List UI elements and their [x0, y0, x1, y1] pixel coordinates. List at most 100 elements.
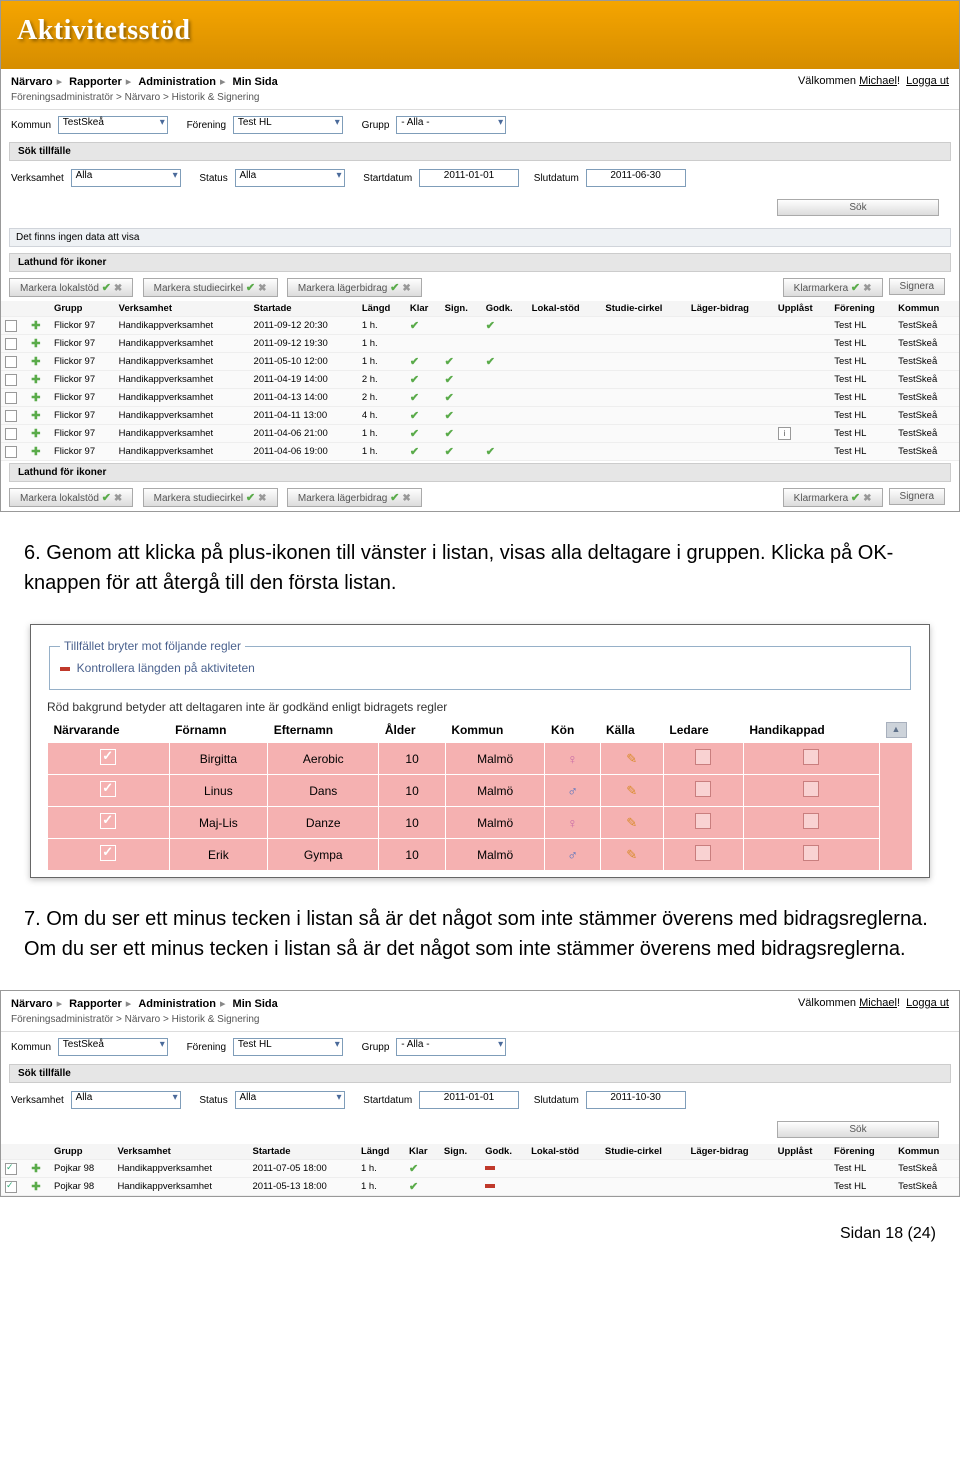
handicap-checkbox[interactable]: [803, 845, 819, 861]
table-row[interactable]: ✚Flickor 97Handikappverksamhet2011-04-06…: [1, 425, 959, 443]
nav-narvaro[interactable]: Närvaro: [11, 76, 53, 88]
nav-rapporter[interactable]: Rapporter: [69, 76, 122, 88]
forening-select[interactable]: Test HL: [233, 116, 343, 134]
nav-rapporter-3[interactable]: Rapporter: [69, 998, 122, 1010]
plus-icon[interactable]: ✚: [31, 392, 40, 404]
sok-button[interactable]: Sök: [777, 199, 939, 216]
checkbox-icon[interactable]: [5, 1163, 17, 1175]
toolbar-2: Markera lokalstöd ✔✖ Markera studiecirke…: [1, 484, 959, 511]
welcome-user[interactable]: Michael: [859, 75, 897, 87]
nav-narvaro-3[interactable]: Närvaro: [11, 998, 53, 1010]
table-row[interactable]: ✚Flickor 97Handikappverksamhet2011-09-12…: [1, 335, 959, 353]
grupp-select[interactable]: - Alla -: [396, 116, 506, 134]
pencil-icon[interactable]: ✎: [626, 815, 637, 830]
slutdatum-input[interactable]: 2011-06-30: [586, 169, 686, 187]
btn-markera-studiecirkel[interactable]: Markera studiecirkel ✔✖: [143, 278, 278, 297]
attendance-checkbox[interactable]: [100, 749, 116, 765]
logout-link[interactable]: Logga ut: [906, 75, 949, 87]
table-row[interactable]: ✚Flickor 97Handikappverksamhet2011-09-12…: [1, 317, 959, 335]
checkbox-icon[interactable]: [5, 320, 17, 332]
verksamhet-select[interactable]: Alla: [71, 169, 181, 187]
btn-markera-studiecirkel-2[interactable]: Markera studiecirkel ✔✖: [143, 488, 278, 507]
checkbox-icon[interactable]: [5, 356, 17, 368]
welcome-block: Välkommen Michael! Logga ut: [798, 75, 949, 87]
checkbox-icon[interactable]: [5, 338, 17, 350]
table-row[interactable]: ✚Flickor 97Handikappverksamhet2011-05-10…: [1, 353, 959, 371]
table-row[interactable]: ✚Flickor 97Handikappverksamhet2011-04-06…: [1, 443, 959, 461]
status-select-3[interactable]: Alla: [235, 1091, 345, 1109]
welcome-user-3[interactable]: Michael: [859, 997, 897, 1009]
nav-administration-3[interactable]: Administration: [138, 998, 216, 1010]
info-icon[interactable]: i: [778, 427, 791, 440]
plus-icon[interactable]: ✚: [31, 428, 40, 440]
scroll-track[interactable]: [880, 743, 913, 871]
leader-checkbox[interactable]: [695, 781, 711, 797]
checkbox-icon[interactable]: [5, 410, 17, 422]
kommun-select-3[interactable]: TestSkeå: [58, 1038, 168, 1056]
table-row[interactable]: ✚Pojkar 98Handikappverksamhet2011-05-13 …: [1, 1178, 959, 1196]
table-row[interactable]: ✚Pojkar 98Handikappverksamhet2011-07-05 …: [1, 1160, 959, 1178]
btn-signera-2[interactable]: Signera: [889, 488, 945, 505]
nav-row: Välkommen Michael! Logga ut Närvaro▸ Rap…: [1, 69, 959, 90]
pencil-icon[interactable]: ✎: [626, 847, 637, 862]
logout-link-3[interactable]: Logga ut: [906, 997, 949, 1009]
scroll-up-icon[interactable]: ▲: [886, 722, 907, 738]
plus-icon[interactable]: ✚: [31, 356, 40, 368]
grupp-select-3[interactable]: - Alla -: [396, 1038, 506, 1056]
plus-icon[interactable]: ✚: [31, 338, 40, 350]
btn-signera[interactable]: Signera: [889, 278, 945, 295]
btn-markera-lokalstod-2[interactable]: Markera lokalstöd ✔✖: [9, 488, 133, 507]
nav-minsida[interactable]: Min Sida: [233, 76, 278, 88]
status-select[interactable]: Alla: [235, 169, 345, 187]
startdatum-input-3[interactable]: 2011-01-01: [419, 1091, 519, 1109]
btn-klarmarkera[interactable]: Klarmarkera ✔✖: [783, 278, 883, 297]
nav-minsida-3[interactable]: Min Sida: [233, 998, 278, 1010]
startdatum-input[interactable]: 2011-01-01: [419, 169, 519, 187]
checkbox-icon[interactable]: [5, 374, 17, 386]
btn-markera-lagerbidrag[interactable]: Markera lägerbidrag ✔✖: [287, 278, 422, 297]
btn-markera-lokalstod[interactable]: Markera lokalstöd ✔✖: [9, 278, 133, 297]
grid-header: Studie-cirkel: [601, 301, 687, 317]
handicap-checkbox[interactable]: [803, 781, 819, 797]
forening-select-3[interactable]: Test HL: [233, 1038, 343, 1056]
handicap-checkbox[interactable]: [803, 749, 819, 765]
handicap-checkbox[interactable]: [803, 813, 819, 829]
table-row[interactable]: ✚Flickor 97Handikappverksamhet2011-04-13…: [1, 389, 959, 407]
leader-checkbox[interactable]: [695, 845, 711, 861]
page-footer: Sidan 18 (24): [24, 1225, 936, 1243]
check-icon: ✔: [445, 356, 454, 368]
attendance-checkbox[interactable]: [100, 813, 116, 829]
pencil-icon[interactable]: ✎: [626, 751, 637, 766]
sok-button-3[interactable]: Sök: [777, 1121, 939, 1138]
plus-icon[interactable]: ✚: [31, 320, 40, 332]
attendance-checkbox[interactable]: [100, 781, 116, 797]
nav-administration[interactable]: Administration: [138, 76, 216, 88]
screenshot-rules-panel: Tillfället bryter mot följande regler Ko…: [30, 624, 930, 878]
participant-row: BirgittaAerobic10Malmö♀✎: [48, 743, 913, 775]
kommun-select[interactable]: TestSkeå: [58, 116, 168, 134]
slutdatum-input-3[interactable]: 2011-10-30: [586, 1091, 686, 1109]
plus-icon[interactable]: ✚: [31, 1181, 40, 1193]
leader-checkbox[interactable]: [695, 813, 711, 829]
grid-header: Kommun: [894, 1144, 959, 1160]
pencil-icon[interactable]: ✎: [626, 783, 637, 798]
section-sok-tillfalle-3: Sök tillfälle: [9, 1064, 951, 1083]
check-icon: ✔: [445, 446, 454, 458]
checkbox-icon[interactable]: [5, 1181, 17, 1193]
btn-klarmarkera-2[interactable]: Klarmarkera ✔✖: [783, 488, 883, 507]
leader-checkbox[interactable]: [695, 749, 711, 765]
plus-icon[interactable]: ✚: [31, 446, 40, 458]
plus-icon[interactable]: ✚: [31, 410, 40, 422]
grid-header: Godk.: [481, 1144, 527, 1160]
checkbox-icon[interactable]: [5, 428, 17, 440]
verksamhet-select-3[interactable]: Alla: [71, 1091, 181, 1109]
table-row[interactable]: ✚Flickor 97Handikappverksamhet2011-04-11…: [1, 407, 959, 425]
table-row[interactable]: ✚Flickor 97Handikappverksamhet2011-04-19…: [1, 371, 959, 389]
plus-icon[interactable]: ✚: [31, 374, 40, 386]
plus-icon[interactable]: ✚: [31, 1163, 40, 1175]
checkbox-icon[interactable]: [5, 392, 17, 404]
check-icon: ✔: [445, 428, 454, 440]
btn-markera-lagerbidrag-2[interactable]: Markera lägerbidrag ✔✖: [287, 488, 422, 507]
attendance-checkbox[interactable]: [100, 845, 116, 861]
checkbox-icon[interactable]: [5, 446, 17, 458]
